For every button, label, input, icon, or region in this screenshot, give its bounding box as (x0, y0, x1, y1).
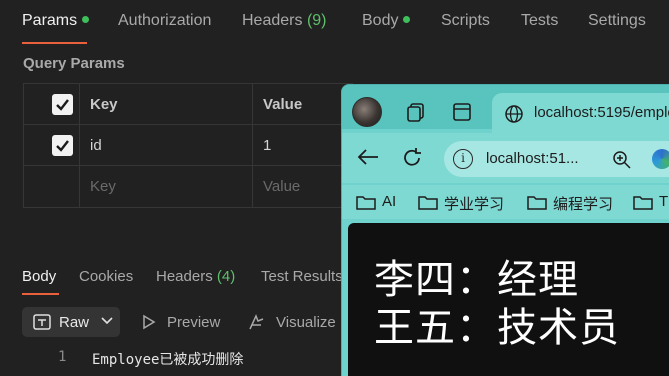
tab-label: Headers (156, 268, 213, 285)
value-placeholder: Value (263, 178, 301, 195)
key-placeholder: Key (90, 178, 116, 195)
param-value-cell[interactable]: 1 (253, 125, 352, 165)
key-column-header: Key (90, 96, 118, 113)
query-params-title: Query Params (23, 55, 125, 72)
param-key: id (90, 137, 102, 154)
tab-body[interactable]: Body (362, 12, 411, 30)
workspaces-icon[interactable] (406, 102, 428, 122)
tab-label: Authorization (118, 12, 212, 29)
active-response-tab-underline (22, 293, 59, 295)
response-text: Employee已被成功删除 (92, 352, 244, 368)
tab-response-body[interactable]: Body (22, 268, 56, 285)
tab-label: Tests (521, 12, 559, 29)
vertical-tabs-icon[interactable] (452, 102, 472, 122)
tab-tests[interactable]: Tests (521, 12, 558, 30)
row-checkbox[interactable] (52, 135, 73, 156)
table-row-empty: Key Value (24, 166, 352, 207)
back-arrow-icon[interactable] (356, 147, 380, 167)
tab-scripts[interactable]: Scripts (441, 12, 490, 30)
profile-avatar[interactable] (352, 97, 382, 127)
request-tabs: Params Authorization Headers (9) Body Sc… (0, 0, 669, 44)
browser-viewport: 李四：经理 王五：技术员 (348, 223, 669, 376)
preview-label: Preview (167, 314, 221, 331)
chevron-down-icon (101, 317, 113, 325)
tab-label: Body (362, 12, 399, 29)
folder-icon (356, 196, 376, 210)
globe-icon (505, 105, 523, 123)
bookmarks-bar: AI 学业学习 编程学习 T (342, 185, 669, 219)
bookmark-label: 编程学习 (553, 196, 614, 213)
status-dot-icon (403, 16, 411, 23)
tab-label: Test Results (261, 268, 343, 285)
tab-label: Headers (242, 12, 303, 29)
raw-format-icon (33, 314, 51, 330)
address-bar[interactable]: i localhost:51... (444, 141, 669, 177)
active-tab-underline (22, 42, 87, 44)
copilot-icon[interactable] (652, 149, 669, 169)
select-all-checkbox[interactable] (52, 94, 73, 115)
visualize-label: Visualize (276, 314, 336, 331)
browser-window: localhost:5195/emplo i localhost:51... A… (341, 84, 669, 376)
param-value: 1 (263, 137, 272, 154)
checkmark-icon (56, 99, 69, 111)
tab-count: (4) (216, 268, 236, 285)
format-label: Raw (59, 314, 90, 331)
value-column-header: Value (263, 96, 303, 113)
refresh-icon[interactable] (401, 147, 423, 169)
tab-label: Settings (588, 12, 646, 29)
line-number: 1 (58, 349, 67, 365)
folder-icon (418, 196, 438, 210)
tab-label: Scripts (441, 12, 490, 29)
bookmark-label: AI (382, 193, 397, 210)
key-header-cell: Key (80, 84, 253, 124)
header-check-cell (24, 84, 80, 124)
address-url: localhost:51... (486, 150, 579, 167)
employee-line: 王五：技术员 (374, 305, 620, 351)
bookmark-label: 学业学习 (444, 196, 505, 213)
play-icon (143, 314, 156, 330)
query-params-table: Key Value id 1 Key Value (23, 83, 353, 208)
checkmark-icon (56, 140, 69, 152)
tab-headers[interactable]: Headers (9) (242, 12, 327, 30)
param-key-cell[interactable]: id (80, 125, 253, 165)
format-dropdown[interactable]: Raw (22, 307, 120, 337)
tab-label: Body (22, 268, 57, 285)
folder-icon (527, 196, 547, 210)
table-row: id 1 (24, 125, 352, 166)
folder-icon (633, 196, 653, 210)
tab-response-headers[interactable]: Headers (4) (156, 268, 235, 285)
tab-label: Params (22, 12, 78, 29)
site-info-icon[interactable]: i (453, 149, 473, 169)
table-header-row: Key Value (24, 84, 352, 125)
browser-active-tab[interactable]: localhost:5195/emplo (492, 93, 669, 133)
tab-test-results[interactable]: Test Results (261, 268, 343, 285)
browser-tab-title: localhost:5195/emplo (534, 104, 669, 121)
tab-count: (9) (306, 12, 327, 29)
new-value-input[interactable]: Value (253, 166, 352, 207)
tab-authorization[interactable]: Authorization (118, 12, 211, 30)
bookmark-label: T (659, 193, 669, 210)
value-header-cell: Value (253, 84, 352, 124)
tab-label: Cookies (79, 268, 134, 285)
empty-check-cell (24, 166, 80, 207)
row-check-cell (24, 125, 80, 165)
browser-tab-bar: localhost:5195/emplo (342, 85, 669, 133)
tab-settings[interactable]: Settings (588, 12, 646, 30)
new-key-input[interactable]: Key (80, 166, 253, 207)
zoom-in-icon[interactable] (612, 150, 632, 170)
tab-params[interactable]: Params (22, 12, 90, 30)
browser-nav-bar: i localhost:51... (342, 133, 669, 183)
status-dot-icon (82, 16, 90, 23)
visualize-icon (249, 314, 264, 330)
tab-cookies[interactable]: Cookies (79, 268, 133, 285)
